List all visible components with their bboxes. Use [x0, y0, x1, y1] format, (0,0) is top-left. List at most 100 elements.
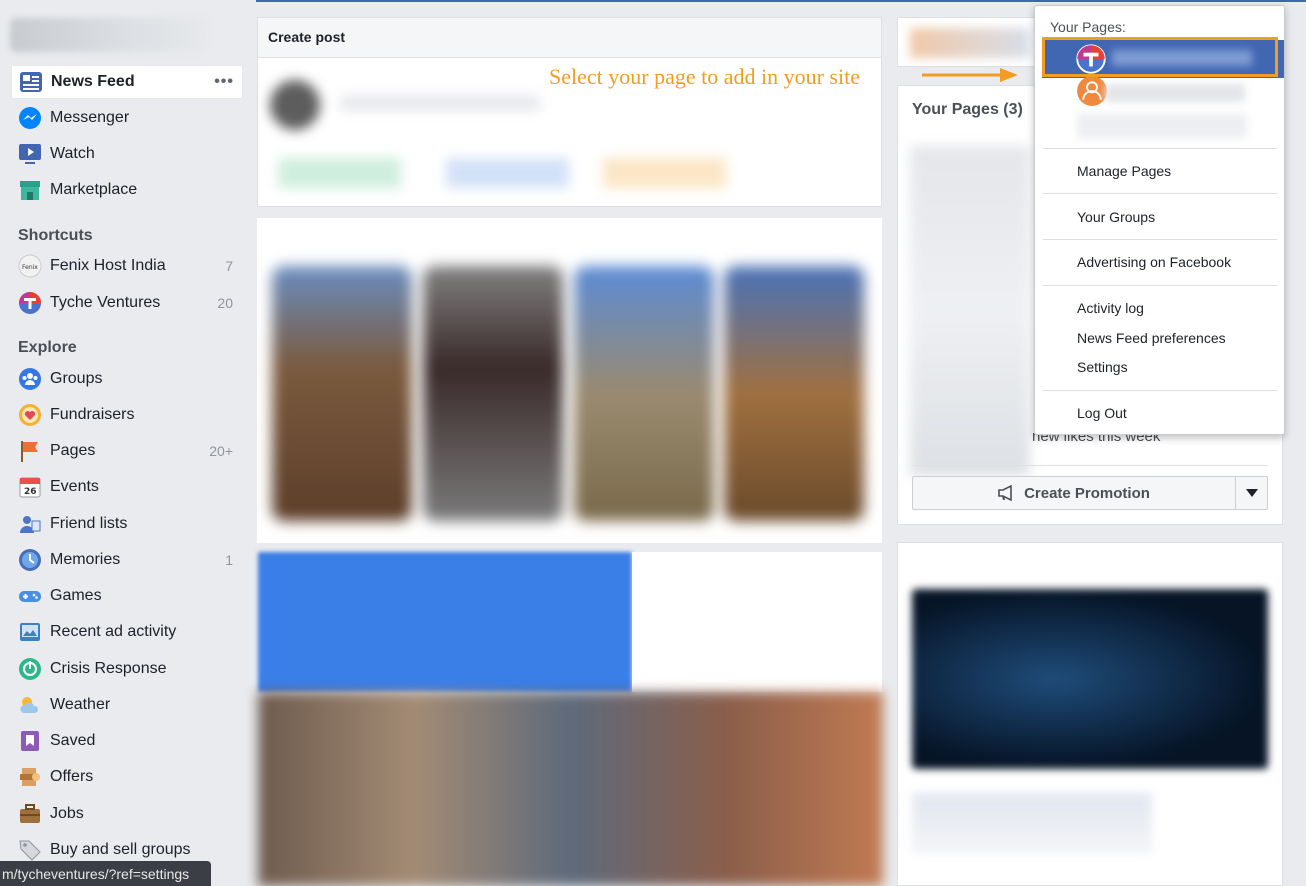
sidebar-item-news-feed[interactable]: News Feed ••• — [11, 65, 243, 99]
create-promotion-button-group: Create Promotion — [912, 476, 1268, 510]
news-feed-icon — [19, 70, 43, 94]
story-thumbnail[interactable] — [724, 266, 864, 521]
divider — [1043, 390, 1277, 391]
your-pages-title[interactable]: Your Pages (3) — [912, 101, 1023, 119]
annotation-highlight-box — [1042, 37, 1278, 77]
sidebar-item-recent-ad-activity[interactable]: Recent ad activity — [11, 615, 243, 649]
events-calendar-icon: 26 — [18, 475, 42, 499]
create-post-title: Create post — [258, 18, 881, 58]
marketplace-icon — [18, 178, 42, 202]
annotation-arrow-icon — [922, 68, 1018, 82]
sidebar-item-offers[interactable]: Offers — [11, 760, 243, 794]
video-card-blurred[interactable] — [897, 542, 1283, 886]
friend-lists-icon — [18, 512, 42, 536]
page-item-blurred[interactable] — [1077, 114, 1247, 138]
menu-item-advertising[interactable]: Advertising on Facebook — [1077, 254, 1231, 270]
crisis-response-icon — [18, 657, 42, 681]
notification-count: 20 — [217, 295, 233, 311]
sidebar-item-label: Buy and sell groups — [50, 841, 191, 858]
divider — [912, 465, 1268, 466]
create-promotion-label: Create Promotion — [1024, 484, 1150, 502]
menu-item-manage-pages[interactable]: Manage Pages — [1077, 163, 1171, 179]
sidebar-item-label: Tyche Ventures — [50, 294, 161, 311]
video-thumbnail[interactable] — [912, 589, 1268, 769]
sidebar-item-label: Pages — [50, 442, 96, 459]
sidebar-item-weather[interactable]: Weather — [11, 688, 243, 722]
feed-photo-blurred[interactable] — [258, 692, 883, 886]
sidebar-item-groups[interactable]: Groups — [11, 362, 243, 396]
sidebar-item-friend-lists[interactable]: Friend lists — [11, 507, 243, 541]
sidebar-item-label: Groups — [50, 370, 103, 387]
sidebar-item-label: Recent ad activity — [50, 623, 177, 640]
sidebar-item-label: Games — [50, 587, 102, 604]
sidebar-item-label: Marketplace — [50, 181, 138, 198]
create-promotion-button[interactable]: Create Promotion — [913, 485, 1235, 502]
promoted-post-side — [632, 552, 882, 692]
your-pages-heading: Your Pages: — [1050, 19, 1126, 35]
sidebar-item-crisis-response[interactable]: Crisis Response — [11, 652, 243, 686]
sidebar-item-pages[interactable]: Pages 20+ — [11, 434, 243, 468]
sidebar-item-marketplace[interactable]: Marketplace — [11, 173, 243, 207]
buy-sell-tag-icon — [18, 838, 42, 862]
profile-link-blurred[interactable] — [10, 18, 206, 52]
sidebar-item-label: Weather — [50, 696, 111, 713]
jobs-briefcase-icon — [18, 802, 42, 826]
menu-item-your-groups[interactable]: Your Groups — [1077, 209, 1155, 225]
sidebar-item-label: Saved — [50, 732, 96, 749]
groups-icon — [18, 367, 42, 391]
sidebar-item-label: News Feed — [51, 73, 135, 90]
create-post-card: Create post — [257, 17, 882, 207]
composer-actions-blurred[interactable] — [278, 158, 838, 188]
more-options-icon[interactable]: ••• — [214, 73, 234, 91]
games-controller-icon — [18, 584, 42, 608]
story-thumbnail[interactable] — [423, 266, 563, 521]
saved-bookmark-icon — [18, 729, 42, 753]
shortcuts-heading: Shortcuts — [18, 227, 93, 244]
sidebar-item-memories[interactable]: Memories 1 — [11, 543, 243, 577]
sidebar-item-fundraisers[interactable]: Fundraisers — [11, 398, 243, 432]
menu-item-settings[interactable]: Settings — [1077, 359, 1128, 375]
sidebar-item-jobs[interactable]: Jobs — [11, 797, 243, 831]
sidebar-item-messenger[interactable]: Messenger — [11, 101, 243, 135]
sidebar-item-events[interactable]: 26 Events — [11, 470, 243, 504]
caret-down-icon — [1245, 489, 1258, 497]
menu-item-news-feed-preferences[interactable]: News Feed preferences — [1077, 330, 1226, 346]
notification-count: 7 — [225, 258, 233, 274]
sidebar-item-games[interactable]: Games — [11, 579, 243, 613]
sidebar-item-label: Offers — [50, 768, 94, 785]
watch-icon — [18, 142, 42, 166]
divider — [1043, 285, 1277, 286]
divider — [1043, 148, 1277, 149]
sidebar-item-watch[interactable]: Watch — [11, 137, 243, 171]
divider — [1043, 239, 1277, 240]
svg-text:Fenix: Fenix — [22, 264, 38, 271]
video-caption-blurred — [912, 793, 1152, 853]
sidebar-item-label: Friend lists — [50, 515, 128, 532]
menu-item-activity-log[interactable]: Activity log — [1077, 300, 1144, 316]
explore-heading: Explore — [18, 339, 77, 356]
sidebar-item-label: Fundraisers — [50, 406, 135, 423]
sidebar-item-tyche-ventures[interactable]: Tyche Ventures 20 — [11, 286, 243, 320]
megaphone-icon — [998, 485, 1012, 501]
sidebar-item-saved[interactable]: Saved — [11, 724, 243, 758]
default-page-avatar-icon[interactable] — [1077, 76, 1107, 106]
notification-count: 1 — [225, 552, 233, 568]
pages-flag-icon — [18, 439, 42, 463]
page-insights-blurred — [910, 146, 1030, 476]
offers-icon — [18, 765, 42, 789]
page-name-blurred[interactable] — [1105, 84, 1245, 102]
sidebar-item-label: Fenix Host India — [50, 257, 166, 274]
notification-count: 20+ — [209, 443, 233, 459]
story-thumbnail[interactable] — [574, 266, 714, 521]
memories-clock-icon — [18, 548, 42, 572]
sidebar-item-label: Messenger — [50, 109, 130, 126]
sidebar-item-label: Events — [50, 478, 99, 495]
story-thumbnail[interactable] — [272, 266, 412, 521]
promotion-options-button[interactable] — [1235, 477, 1267, 509]
menu-item-log-out[interactable]: Log Out — [1077, 405, 1127, 421]
sidebar-item-label: Memories — [50, 551, 121, 568]
promoted-post-blurred[interactable] — [258, 552, 632, 692]
tyche-ventures-logo-icon — [18, 291, 42, 315]
sidebar-item-fenix-host-india[interactable]: Fenix Fenix Host India 7 — [11, 249, 243, 283]
divider — [1043, 193, 1277, 194]
